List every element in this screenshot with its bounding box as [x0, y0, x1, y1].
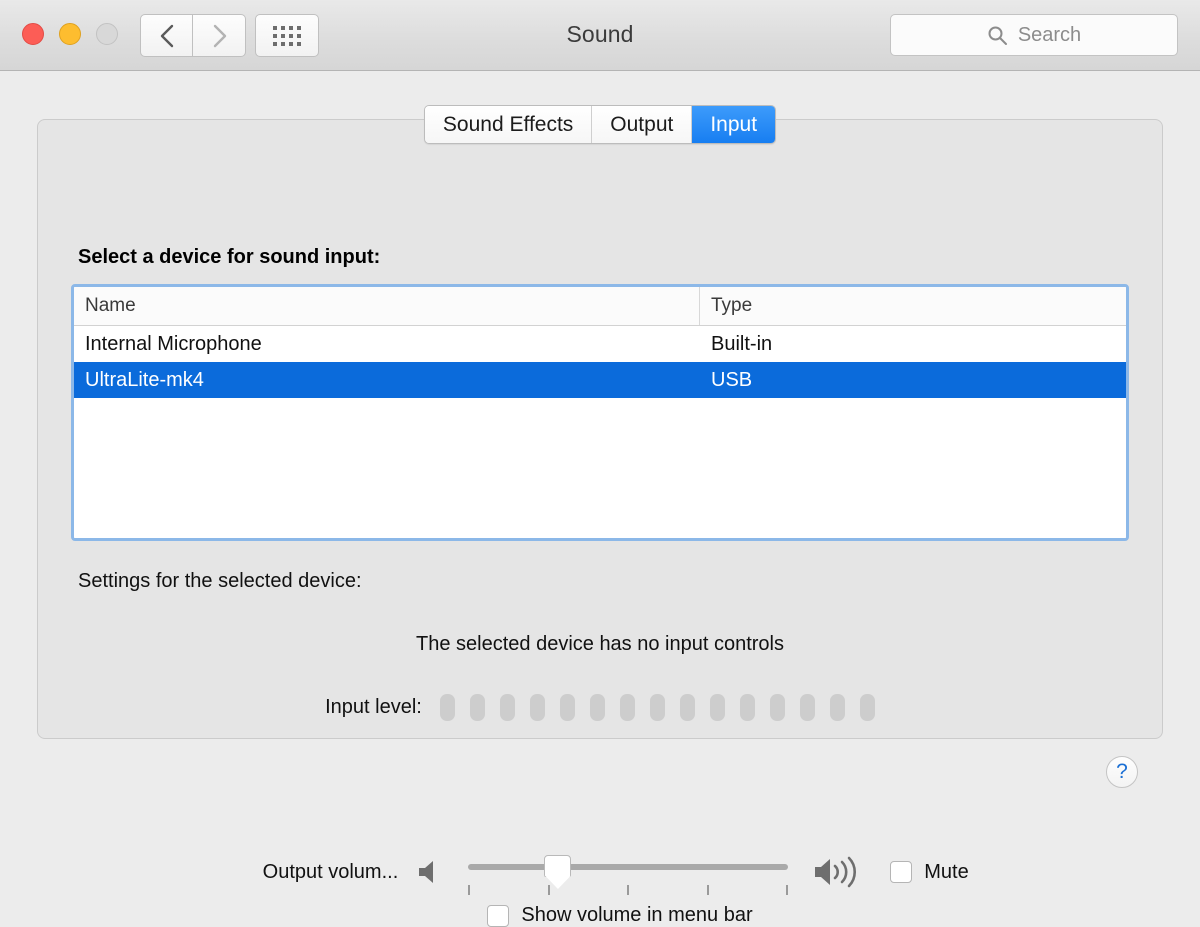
window-titlebar: Sound Search: [0, 0, 1200, 71]
table-row[interactable]: Internal Microphone Built-in: [74, 326, 1126, 362]
input-level-segment: [530, 694, 545, 721]
column-header-type[interactable]: Type: [700, 287, 1126, 325]
output-volume-slider[interactable]: [468, 849, 788, 895]
input-level-row: Input level:: [0, 694, 1200, 721]
settings-heading: Settings for the selected device:: [78, 570, 362, 593]
tab-output[interactable]: Output: [592, 106, 692, 143]
tab-input[interactable]: Input: [692, 106, 775, 143]
show-volume-in-menu-bar-checkbox[interactable]: [487, 905, 509, 927]
output-volume-row: Output volum... Mute: [0, 849, 1200, 895]
no-input-controls-message: The selected device has no input control…: [0, 633, 1200, 656]
slider-tick: [468, 885, 470, 895]
input-level-segment: [470, 694, 485, 721]
input-level-meter: [440, 694, 875, 721]
section-heading: Select a device for sound input:: [78, 246, 380, 269]
slider-tick: [548, 885, 550, 895]
input-level-segment: [620, 694, 635, 721]
input-level-segment: [590, 694, 605, 721]
column-header-name[interactable]: Name: [74, 287, 700, 325]
input-level-segment: [500, 694, 515, 721]
input-level-segment: [740, 694, 755, 721]
help-button[interactable]: ?: [1106, 756, 1138, 788]
sound-preferences-window: Sound Search Sound Effects Output Input …: [0, 0, 1200, 898]
input-level-segment: [680, 694, 695, 721]
mute-label: Mute: [924, 861, 968, 884]
search-placeholder: Search: [1018, 24, 1081, 47]
show-volume-in-menu-bar-label: Show volume in menu bar: [521, 904, 752, 927]
input-device-table[interactable]: Name Type Internal Microphone Built-in U…: [71, 284, 1129, 541]
slider-tick: [707, 885, 709, 895]
search-icon: [987, 25, 1008, 46]
device-type: Built-in: [700, 333, 1126, 356]
output-volume-label: Output volum...: [231, 861, 416, 884]
input-level-segment: [830, 694, 845, 721]
tab-sound-effects[interactable]: Sound Effects: [425, 106, 592, 143]
preferences-content: Sound Effects Output Input Select a devi…: [0, 71, 1200, 898]
input-level-label: Input level:: [325, 696, 422, 719]
mute-checkbox-group[interactable]: Mute: [890, 861, 968, 884]
input-level-segment: [800, 694, 815, 721]
mute-checkbox[interactable]: [890, 861, 912, 883]
input-level-segment: [770, 694, 785, 721]
show-volume-checkbox-group[interactable]: Show volume in menu bar: [487, 904, 752, 927]
slider-tick-marks: [468, 885, 788, 895]
tab-bar: Sound Effects Output Input: [0, 105, 1200, 144]
speaker-high-icon: [812, 855, 868, 889]
input-level-segment: [650, 694, 665, 721]
table-header-row: Name Type: [74, 287, 1126, 326]
device-name: Internal Microphone: [74, 333, 700, 356]
slider-thumb[interactable]: [544, 855, 571, 877]
slider-tick: [786, 885, 788, 895]
device-type: USB: [700, 369, 1126, 392]
slider-track[interactable]: [468, 864, 788, 870]
speaker-low-icon: [416, 857, 444, 887]
table-row[interactable]: UltraLite-mk4 USB: [74, 362, 1126, 398]
slider-tick: [627, 885, 629, 895]
input-level-segment: [560, 694, 575, 721]
input-level-segment: [860, 694, 875, 721]
input-level-segment: [710, 694, 725, 721]
show-volume-menu-bar-row: Show volume in menu bar: [0, 904, 1200, 927]
device-name: UltraLite-mk4: [74, 369, 700, 392]
input-level-segment: [440, 694, 455, 721]
search-input[interactable]: Search: [890, 14, 1178, 56]
